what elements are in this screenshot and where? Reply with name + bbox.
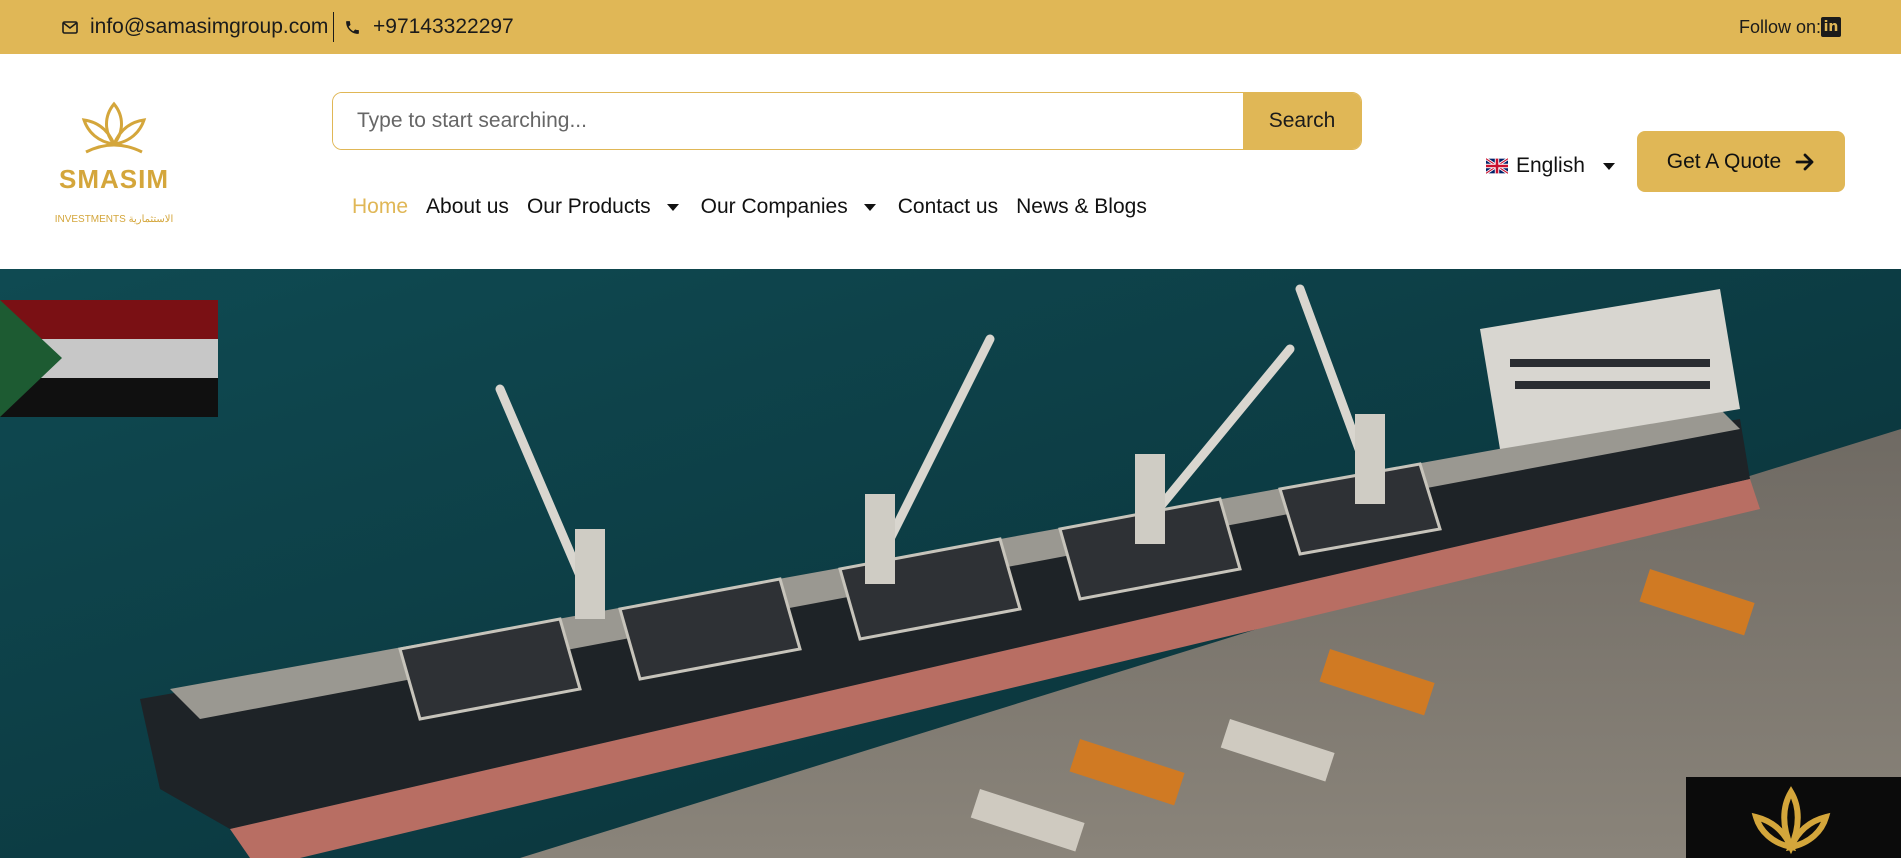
sudan-flag-icon [0,300,218,417]
phone-icon [346,20,359,34]
nav-item-products[interactable]: Our Products [527,195,683,219]
arrow-right-icon [1795,153,1814,170]
caret-down-icon [666,203,679,211]
logo-tagline: INVESTMENTS الاستثمارية [54,214,174,225]
nav-item-contact[interactable]: Contact us [898,195,998,219]
search-bar: Search [332,92,1362,150]
wheat-leaf-icon [1751,786,1831,855]
nav-item-label: Our Companies [700,195,848,218]
email-link[interactable]: info@samasimgroup.com [62,0,328,54]
main-nav: Home About us Our Products Our Companies… [352,190,1165,224]
get-quote-label: Get A Quote [1666,149,1782,173]
nav-item-label: About us [426,195,509,218]
hero-image [0,269,1901,858]
linkedin-icon[interactable]: in [1821,17,1841,37]
company-logo[interactable]: SMASIM INVESTMENTS الاستثمارية [46,94,182,230]
email-text: info@samasimgroup.com [90,15,329,38]
site-header: SMASIM INVESTMENTS الاستثمارية Search Ho… [0,54,1901,269]
corner-logo-badge [1686,777,1901,858]
phone-text: +97143322297 [373,15,514,38]
caret-down-icon [1602,162,1615,170]
nav-item-about[interactable]: About us [426,195,509,219]
nav-item-label: Home [352,195,409,218]
hero-banner [0,269,1901,858]
top-contact-bar: info@samasimgroup.com +97143322297 Follo… [0,0,1901,54]
nav-item-news[interactable]: News & Blogs [1016,195,1147,219]
nav-item-label: Our Products [526,195,651,218]
nav-item-home[interactable]: Home [352,195,408,219]
search-input[interactable] [333,93,1243,149]
uk-flag-icon [1486,158,1508,174]
nav-item-label: News & Blogs [1016,195,1147,218]
get-quote-button[interactable]: Get A Quote [1637,131,1845,192]
nav-item-companies[interactable]: Our Companies [701,195,880,219]
logo-wordmark: SMASIM [59,164,169,194]
wheat-leaf-icon [81,101,147,154]
topbar-divider [333,12,334,42]
phone-link[interactable]: +97143322297 [344,0,514,54]
language-selector[interactable]: English [1486,149,1619,183]
envelope-icon [62,20,78,34]
caret-down-icon [863,203,876,211]
search-button[interactable]: Search [1243,93,1361,149]
nav-item-label: Contact us [897,195,999,218]
follow-label: Follow on: [1738,16,1821,37]
language-label: English [1516,154,1585,177]
